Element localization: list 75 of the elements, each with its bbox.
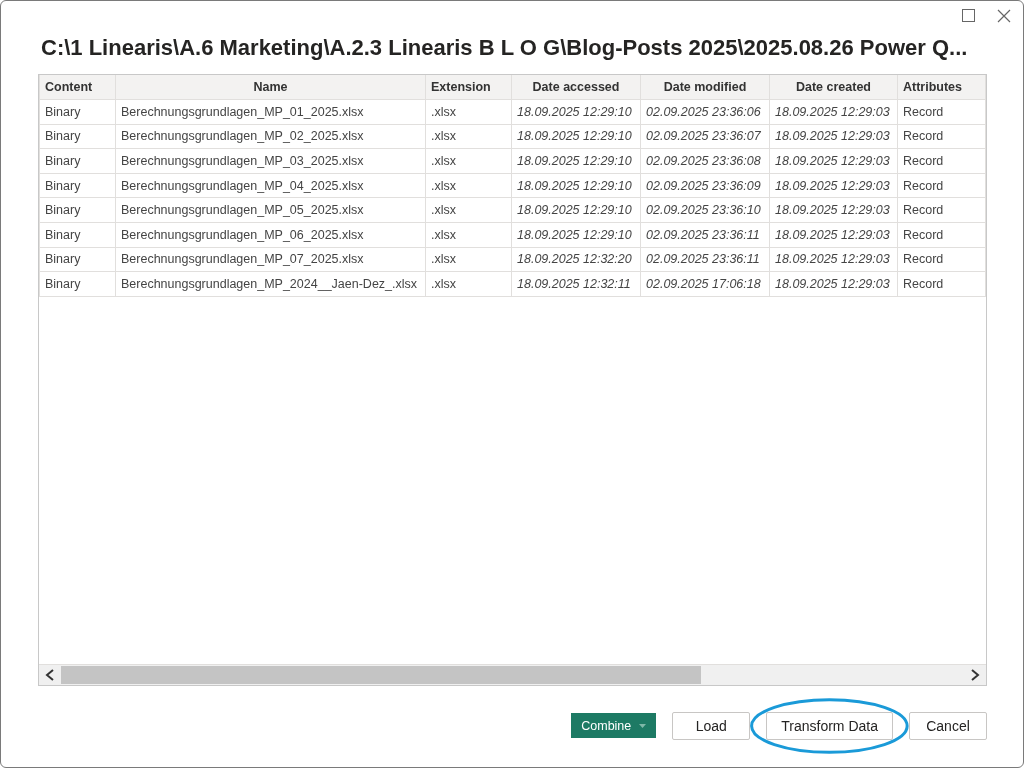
table-cell: Berechnungsgrundlagen_MP_07_2025.xlsx xyxy=(115,247,426,272)
table-cell: Berechnungsgrundlagen_MP_02_2025.xlsx xyxy=(115,124,426,149)
table-cell: 02.09.2025 23:36:10 xyxy=(640,197,770,223)
window-title: C:\1 Linearis\A.6 Marketing\A.2.3 Linearis B L O G\Blog-Posts 2025\2025.08.26 Power Q... xyxy=(41,35,969,61)
table-cell: Record xyxy=(897,124,986,149)
table-cell: .xlsx xyxy=(425,197,512,223)
table-cell: 18.09.2025 12:29:10 xyxy=(511,197,641,223)
horizontal-scrollbar[interactable] xyxy=(39,664,986,685)
table-cell: 18.09.2025 12:29:10 xyxy=(511,173,641,198)
table-cell: 02.09.2025 23:36:11 xyxy=(640,247,770,272)
table-cell: .xlsx xyxy=(425,99,512,125)
dialog-button[interactable]: Cancel xyxy=(909,712,987,740)
combine-split-button[interactable]: Combine xyxy=(571,713,657,738)
table-cell: Berechnungsgrundlagen_MP_2024__Jaen-Dez_.xlsx xyxy=(115,271,426,297)
table-cell: Binary xyxy=(39,173,116,198)
table-cell: .xlsx xyxy=(425,148,512,174)
table-cell: Record xyxy=(897,148,986,174)
table-cell: 02.09.2025 23:36:08 xyxy=(640,148,770,174)
table-cell: .xlsx xyxy=(425,222,512,248)
table-cell: 18.09.2025 12:29:03 xyxy=(769,247,898,272)
table-cell: Binary xyxy=(39,148,116,174)
table-cell: 18.09.2025 12:29:03 xyxy=(769,197,898,223)
table-cell: 18.09.2025 12:29:10 xyxy=(511,124,641,149)
table-cell: 18.09.2025 12:29:10 xyxy=(511,99,641,125)
table-cell: 18.09.2025 12:29:10 xyxy=(511,222,641,248)
table-cell: Record xyxy=(897,173,986,198)
table-cell: 18.09.2025 12:32:20 xyxy=(511,247,641,272)
table-cell: 02.09.2025 23:36:09 xyxy=(640,173,770,198)
table-cell: Record xyxy=(897,271,986,297)
table-cell: Berechnungsgrundlagen_MP_01_2025.xlsx xyxy=(115,99,426,125)
table-cell: Binary xyxy=(39,222,116,248)
table-cell: Record xyxy=(897,197,986,223)
table-cell: Berechnungsgrundlagen_MP_06_2025.xlsx xyxy=(115,222,426,248)
table-cell: .xlsx xyxy=(425,173,512,198)
table-cell: 18.09.2025 12:32:11 xyxy=(511,271,641,297)
table-cell: .xlsx xyxy=(425,124,512,149)
table-cell: 02.09.2025 17:06:18 xyxy=(640,271,770,297)
scroll-left-icon[interactable] xyxy=(45,669,55,681)
column-header[interactable]: Date modified xyxy=(640,75,770,100)
column-header[interactable]: Name xyxy=(115,75,426,100)
table-cell: 18.09.2025 12:29:03 xyxy=(769,148,898,174)
close-icon[interactable] xyxy=(997,9,1011,23)
table-cell: Berechnungsgrundlagen_MP_04_2025.xlsx xyxy=(115,173,426,198)
column-header[interactable]: Extension xyxy=(425,75,512,100)
dialog-button[interactable]: Load xyxy=(672,712,751,740)
table-cell: Record xyxy=(897,99,986,125)
table-cell: 18.09.2025 12:29:03 xyxy=(769,271,898,297)
table-cell: Berechnungsgrundlagen_MP_05_2025.xlsx xyxy=(115,197,426,223)
scroll-right-icon[interactable] xyxy=(970,669,980,681)
table-cell: Binary xyxy=(39,271,116,297)
table-cell: Record xyxy=(897,222,986,248)
table-cell: 02.09.2025 23:36:07 xyxy=(640,124,770,149)
column-header[interactable]: Content xyxy=(39,75,116,100)
column-header[interactable]: Date accessed xyxy=(511,75,641,100)
column-header[interactable]: Date created xyxy=(769,75,898,100)
table-cell: 02.09.2025 23:36:06 xyxy=(640,99,770,125)
caret-icon xyxy=(639,723,647,728)
table-cell: Binary xyxy=(39,99,116,125)
table-cell: .xlsx xyxy=(425,247,512,272)
table-cell: Record xyxy=(897,247,986,272)
table-cell: Berechnungsgrundlagen_MP_03_2025.xlsx xyxy=(115,148,426,174)
table-cell: Binary xyxy=(39,197,116,223)
table-cell: 18.09.2025 12:29:10 xyxy=(511,148,641,174)
table-cell: 18.09.2025 12:29:03 xyxy=(769,124,898,149)
scrollbar-thumb[interactable] xyxy=(61,666,701,684)
table-cell: 18.09.2025 12:29:03 xyxy=(769,99,898,125)
dialog-button[interactable]: Transform Data xyxy=(766,712,893,740)
table-cell: .xlsx xyxy=(425,271,512,297)
column-header[interactable]: Attributes xyxy=(897,75,986,100)
maximize-icon[interactable] xyxy=(962,9,975,22)
table-cell: Binary xyxy=(39,124,116,149)
table-cell: Binary xyxy=(39,247,116,272)
table-cell: 18.09.2025 12:29:03 xyxy=(769,222,898,248)
table-cell: 02.09.2025 23:36:11 xyxy=(640,222,770,248)
table-cell: 18.09.2025 12:29:03 xyxy=(769,173,898,198)
